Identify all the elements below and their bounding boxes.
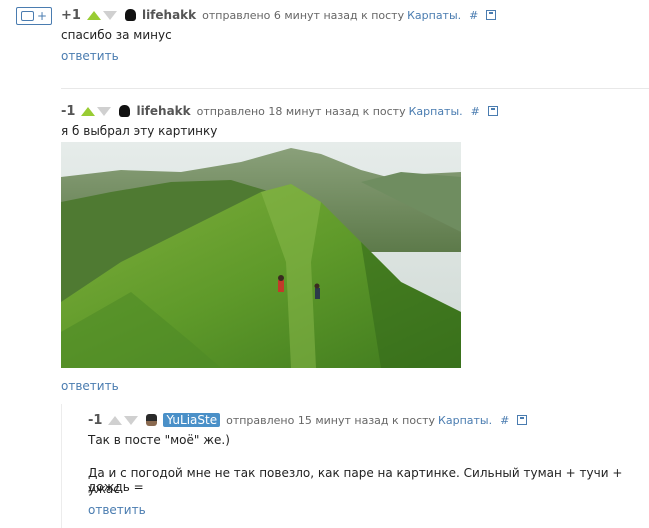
vote-up-icon[interactable] bbox=[86, 10, 101, 20]
post-link[interactable]: Карпаты. bbox=[409, 105, 463, 118]
comment-permalink[interactable]: # bbox=[471, 105, 480, 118]
vote-down-icon[interactable] bbox=[102, 10, 117, 20]
comment-header: -1 YuLiaSte отправлено 15 минут назад к … bbox=[88, 412, 528, 428]
comment-body-line: Так в посте "моё" же.) bbox=[88, 433, 230, 447]
avatar-icon bbox=[119, 105, 131, 117]
thread-line bbox=[61, 404, 62, 528]
post-link[interactable]: Карпаты. bbox=[438, 414, 492, 427]
reply-link[interactable]: ответить bbox=[88, 503, 146, 517]
comment-meta: отправлено 15 минут назад к посту bbox=[226, 413, 436, 427]
comment-bubble-icon bbox=[20, 11, 34, 21]
comment-author[interactable]: lifehakk bbox=[142, 8, 196, 22]
comment-permalink[interactable]: # bbox=[469, 9, 478, 22]
comment-body: я б выбрал эту картинку bbox=[61, 124, 218, 138]
vote-up-icon[interactable] bbox=[108, 415, 123, 425]
comment-body-line: Да и с погодой мне не так повезло, как п… bbox=[88, 466, 623, 494]
vote-up-icon[interactable] bbox=[81, 106, 96, 116]
vote-down-icon[interactable] bbox=[124, 415, 139, 425]
separator bbox=[61, 88, 649, 89]
avatar-icon bbox=[124, 9, 136, 21]
mountain-photo bbox=[61, 142, 461, 368]
comment-rating: +1 bbox=[61, 7, 81, 23]
reply-link[interactable]: ответить bbox=[61, 49, 119, 63]
comment-meta: отправлено 18 минут назад к посту bbox=[196, 104, 406, 118]
vote-down-icon[interactable] bbox=[97, 106, 112, 116]
comment-permalink[interactable]: # bbox=[500, 414, 509, 427]
save-icon[interactable] bbox=[487, 106, 498, 116]
comment-header: +1 lifehakk отправлено 6 минут назад к п… bbox=[61, 7, 497, 23]
avatar-icon bbox=[146, 414, 158, 426]
comment-rating: -1 bbox=[88, 412, 103, 428]
comment-body: спасибо за минус bbox=[61, 28, 172, 42]
comment-body-line: ужас. bbox=[88, 482, 124, 496]
comment-author[interactable]: lifehakk bbox=[136, 104, 190, 118]
plus-label: + bbox=[36, 9, 48, 23]
new-comment-button[interactable]: + bbox=[16, 7, 52, 25]
comment-rating: -1 bbox=[61, 103, 76, 119]
save-icon[interactable] bbox=[486, 10, 497, 20]
comment-author[interactable]: YuLiaSte bbox=[163, 413, 221, 427]
comment-meta: отправлено 6 минут назад к посту bbox=[202, 8, 405, 22]
reply-link[interactable]: ответить bbox=[61, 379, 119, 393]
comment-header: -1 lifehakk отправлено 18 минут назад к … bbox=[61, 103, 498, 119]
post-link[interactable]: Карпаты. bbox=[407, 9, 461, 22]
save-icon[interactable] bbox=[517, 415, 528, 425]
